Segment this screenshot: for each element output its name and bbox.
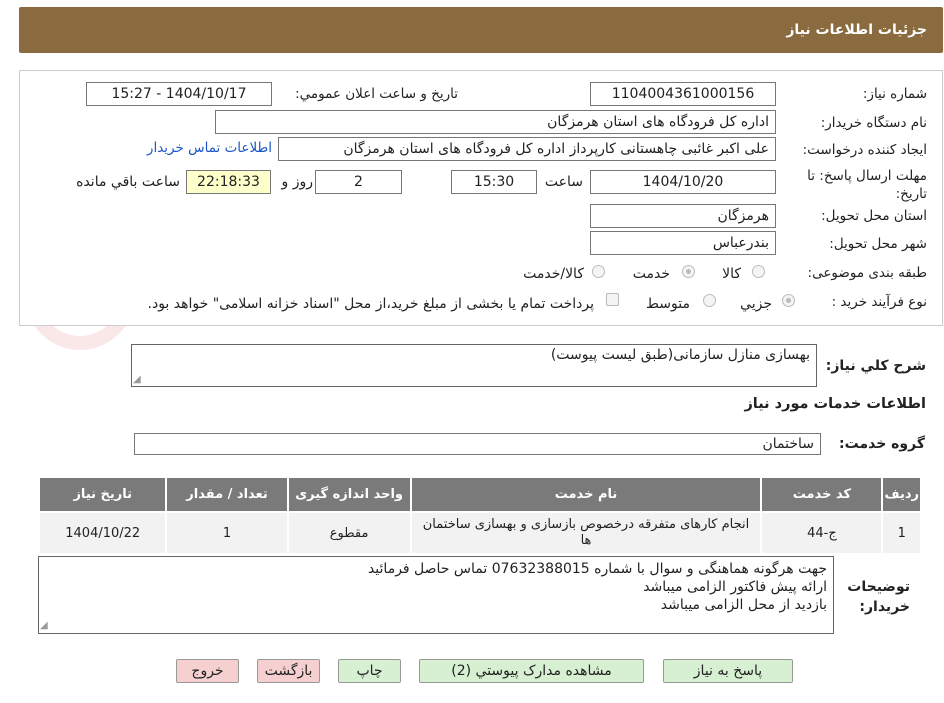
buyer-notes-textarea[interactable]: جهت هرگونه هماهنگی و سوال با شماره 07632… — [38, 556, 834, 634]
description-textarea[interactable]: بهسازی منازل سازمانی(طبق لیست پیوست) — [131, 344, 817, 387]
services-section-title: اطلاعات خدمات مورد نیاز — [744, 396, 926, 412]
deadline-time-field: 15:30 — [451, 170, 537, 194]
treasury-payment-note: پرداخت تمام یا بخشی از مبلغ خرید،از محل … — [147, 296, 594, 312]
page-header: جزئیات اطلاعات نیاز — [19, 7, 943, 53]
col-code-header: کد خدمت — [760, 476, 884, 513]
treasury-payment-checkbox[interactable] — [606, 293, 619, 306]
deadline-date-field: 1404/10/20 — [590, 170, 776, 194]
services-table: ردیف کد خدمت نام خدمت واحد اندازه گیری ت… — [37, 476, 922, 555]
category-goods-radio[interactable] — [752, 265, 765, 278]
remaining-time-field: 22:18:33 — [186, 170, 271, 194]
row-qty: 1 — [165, 511, 289, 555]
province-label: استان محل تحویل: — [821, 208, 927, 224]
category-both-label: کالا/خدمت — [523, 266, 584, 282]
buyer-note-line: ارائه پیش فاکتور الزامی میباشد — [643, 579, 827, 595]
category-label: طبقه بندی موضوعی: — [807, 265, 927, 281]
view-attachments-button[interactable]: مشاهده مدارک پیوستي (2) — [419, 659, 644, 683]
category-service-radio[interactable] — [682, 265, 695, 278]
category-goods-label: کالا — [722, 266, 741, 282]
service-group-label: گروه خدمت: — [839, 436, 925, 452]
resize-grip-icon: ◢ — [40, 620, 48, 631]
process-label: نوع فرآیند خرید : — [831, 294, 927, 310]
col-date-header: تاریخ نیاز — [37, 476, 168, 513]
col-qty-header: تعداد / مقدار — [165, 476, 289, 513]
announce-datetime-label: تاریخ و ساعت اعلان عمومي: — [295, 86, 458, 102]
table-row: 1 ج-44 انجام کارهای متفرقه درخصوص بازساز… — [37, 511, 922, 555]
category-both-radio[interactable] — [592, 265, 605, 278]
col-name-header: نام خدمت — [409, 476, 763, 513]
description-label: شرح كلي نياز: — [825, 358, 926, 374]
buyer-notes-label: توضیحات خریدار: — [847, 579, 910, 615]
col-unit-header: واحد اندازه گیری — [286, 476, 412, 513]
process-medium-label: متوسط — [646, 296, 690, 312]
service-group-field: ساختمان — [134, 433, 821, 455]
row-date: 1404/10/22 — [37, 511, 168, 555]
days-label: روز و — [281, 174, 314, 190]
table-header-row: ردیف کد خدمت نام خدمت واحد اندازه گیری ت… — [37, 476, 922, 513]
page-title: جزئیات اطلاعات نیاز — [786, 22, 927, 38]
deadline-time-label: ساعت — [544, 174, 583, 190]
city-label: شهر محل تحویل: — [829, 236, 927, 252]
row-index: 1 — [881, 511, 922, 555]
row-service-name: انجام کارهای متفرقه درخصوص بازسازی و بهس… — [409, 511, 763, 555]
buyer-contact-link[interactable]: اطلاعات تماس خریدار — [147, 140, 272, 156]
exit-button[interactable]: خروج — [176, 659, 239, 683]
buyer-org-field: اداره کل فرودگاه های استان هرمزگان — [215, 110, 776, 134]
buyer-note-line: جهت هرگونه هماهنگی و سوال با شماره 07632… — [367, 561, 827, 577]
city-field: بندرعباس — [590, 231, 776, 255]
resize-grip-icon: ◢ — [133, 374, 141, 385]
row-code: ج-44 — [760, 511, 884, 555]
province-field: هرمزگان — [590, 204, 776, 228]
remaining-time-label: ساعت باقي مانده — [76, 174, 180, 190]
process-minor-label: جزيي — [740, 296, 772, 312]
announce-datetime-field: 1404/10/17 - 15:27 — [86, 82, 272, 106]
process-medium-radio[interactable] — [703, 294, 716, 307]
buyer-note-line: بازدید از محل الزامی میباشد — [660, 597, 827, 613]
need-number-field: 1104004361000156 — [590, 82, 776, 106]
description-text: بهسازی منازل سازمانی(طبق لیست پیوست) — [550, 347, 810, 363]
col-index-header: ردیف — [881, 476, 922, 513]
process-minor-radio[interactable] — [782, 294, 795, 307]
row-unit: مقطوع — [286, 511, 412, 555]
days-remaining-field: 2 — [315, 170, 402, 194]
deadline-label: مهلت ارسال پاسخ: تا تاریخ: — [807, 168, 927, 202]
need-number-label: شماره نیاز: — [862, 86, 927, 102]
requester-label: ایجاد کننده درخواست: — [802, 142, 927, 158]
requester-field: علی اکبر غائبی چاهستانی کارپرداز اداره ک… — [278, 137, 776, 161]
buyer-org-label: نام دستگاه خریدار: — [820, 115, 927, 131]
reply-button[interactable]: پاسخ به نیاز — [663, 659, 793, 683]
back-button[interactable]: بازگشت — [257, 659, 320, 683]
category-service-label: خدمت — [632, 266, 670, 282]
print-button[interactable]: چاپ — [338, 659, 401, 683]
